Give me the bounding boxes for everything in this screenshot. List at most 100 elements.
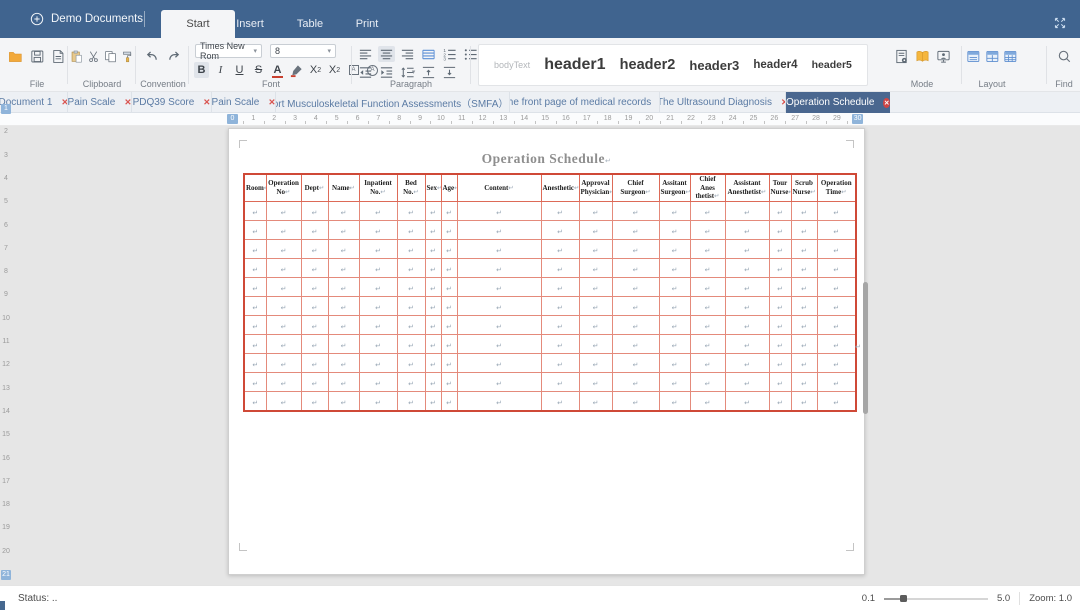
body-cell[interactable]: ↵: [541, 239, 579, 258]
body-cell[interactable]: ↵: [612, 220, 659, 239]
body-cell[interactable]: ↵: [817, 372, 856, 391]
body-cell[interactable]: ↵: [690, 334, 725, 353]
body-cell[interactable]: ↵: [457, 353, 541, 372]
body-cell[interactable]: ↵: [425, 258, 441, 277]
body-cell[interactable]: ↵: [457, 296, 541, 315]
body-cell[interactable]: ↵: [817, 239, 856, 258]
body-cell[interactable]: ↵: [301, 372, 328, 391]
style-item-header3[interactable]: header3: [689, 58, 739, 73]
body-cell[interactable]: ↵: [541, 220, 579, 239]
body-cell[interactable]: ↵: [541, 353, 579, 372]
body-cell[interactable]: ↵: [266, 296, 301, 315]
body-cell[interactable]: ↵: [791, 372, 817, 391]
body-cell[interactable]: ↵: [359, 201, 397, 220]
body-cell[interactable]: ↵: [817, 334, 856, 353]
body-cell[interactable]: ↵: [266, 315, 301, 334]
body-cell[interactable]: ↵: [441, 277, 457, 296]
header-cell[interactable]: Anesthetic↵: [541, 174, 579, 201]
body-cell[interactable]: ↵: [612, 315, 659, 334]
body-cell[interactable]: ↵: [359, 239, 397, 258]
body-cell[interactable]: ↵: [244, 201, 266, 220]
body-cell[interactable]: ↵: [579, 372, 612, 391]
body-cell[interactable]: ↵: [659, 372, 690, 391]
style-item-header4[interactable]: header4: [753, 59, 797, 71]
layout-page-icon[interactable]: [966, 49, 981, 64]
body-cell[interactable]: ↵: [791, 334, 817, 353]
doc-tab-2[interactable]: Pain Scale✕: [68, 92, 132, 113]
header-cell[interactable]: Room↵: [244, 174, 266, 201]
body-cell[interactable]: ↵: [397, 315, 425, 334]
close-icon[interactable]: ✕: [883, 98, 890, 108]
body-cell[interactable]: ↵: [397, 296, 425, 315]
body-cell[interactable]: ↵: [541, 334, 579, 353]
body-cell[interactable]: ↵: [725, 277, 769, 296]
body-cell[interactable]: ↵: [769, 372, 791, 391]
body-cell[interactable]: ↵: [441, 391, 457, 411]
body-cell[interactable]: ↵: [817, 391, 856, 411]
header-cell[interactable]: Scrub Nurse↵: [791, 174, 817, 201]
cut-icon[interactable]: [87, 49, 100, 64]
body-cell[interactable]: ↵: [817, 201, 856, 220]
body-cell[interactable]: ↵: [690, 201, 725, 220]
body-cell[interactable]: ↵: [359, 391, 397, 411]
body-cell[interactable]: ↵: [301, 296, 328, 315]
body-cell[interactable]: ↵: [725, 372, 769, 391]
body-cell[interactable]: ↵: [690, 353, 725, 372]
body-cell[interactable]: ↵: [690, 220, 725, 239]
body-cell[interactable]: ↵: [817, 220, 856, 239]
nav-tab-insert[interactable]: Insert: [225, 10, 275, 38]
horizontal-ruler[interactable]: 0123456789101112131415161718192021222324…: [0, 113, 1080, 126]
body-cell[interactable]: ↵: [541, 201, 579, 220]
body-cell[interactable]: ↵: [425, 220, 441, 239]
operation-schedule-table[interactable]: Room↵Operation No↵Dept↵Name↵Inpatient No…: [243, 173, 857, 412]
body-cell[interactable]: ↵: [612, 239, 659, 258]
ordered-list-icon[interactable]: 123: [441, 46, 458, 62]
body-cell[interactable]: ↵: [457, 391, 541, 411]
zoom-slider[interactable]: [884, 595, 988, 602]
nav-tab-start[interactable]: Start: [161, 10, 235, 38]
indent-increase-icon[interactable]: [378, 64, 395, 80]
body-cell[interactable]: ↵: [817, 296, 856, 315]
body-cell[interactable]: ↵: [659, 201, 690, 220]
body-cell[interactable]: ↵: [791, 239, 817, 258]
layout-dense-grid-icon[interactable]: [1003, 49, 1018, 64]
body-cell[interactable]: ↵: [441, 296, 457, 315]
body-cell[interactable]: ↵: [725, 334, 769, 353]
body-cell[interactable]: ↵: [244, 372, 266, 391]
doc-tab-7[interactable]: The Ultrasound Diagnosis✕: [660, 92, 786, 113]
body-cell[interactable]: ↵: [397, 353, 425, 372]
body-cell[interactable]: ↵: [266, 391, 301, 411]
doc-tab-5[interactable]: Short Musculoskeletal Function Assessmen…: [276, 92, 510, 113]
body-cell[interactable]: ↵: [769, 277, 791, 296]
body-cell[interactable]: ↵: [441, 239, 457, 258]
body-cell[interactable]: ↵: [725, 296, 769, 315]
body-cell[interactable]: ↵: [769, 239, 791, 258]
body-cell[interactable]: ↵: [659, 315, 690, 334]
body-cell[interactable]: ↵: [690, 239, 725, 258]
body-cell[interactable]: ↵: [659, 220, 690, 239]
body-cell[interactable]: ↵: [769, 258, 791, 277]
body-cell[interactable]: ↵: [359, 372, 397, 391]
body-cell[interactable]: ↵: [541, 372, 579, 391]
body-cell[interactable]: ↵: [579, 220, 612, 239]
body-cell[interactable]: ↵: [817, 258, 856, 277]
header-cell[interactable]: Inpatient No.↵: [359, 174, 397, 201]
body-cell[interactable]: ↵: [425, 315, 441, 334]
body-cell[interactable]: ↵: [612, 258, 659, 277]
doc-tab-4[interactable]: Pain Scale✕: [212, 92, 276, 113]
body-cell[interactable]: ↵: [397, 220, 425, 239]
body-cell[interactable]: ↵: [359, 220, 397, 239]
justify-icon[interactable]: [420, 46, 437, 62]
presentation-mode-icon[interactable]: [936, 49, 951, 64]
body-cell[interactable]: ↵: [328, 258, 359, 277]
body-cell[interactable]: ↵: [425, 239, 441, 258]
style-item-header5[interactable]: header5: [812, 59, 852, 71]
body-cell[interactable]: ↵: [791, 277, 817, 296]
close-icon[interactable]: ✕: [61, 97, 68, 108]
save-icon[interactable]: [30, 49, 45, 64]
space-before-icon[interactable]: [420, 64, 437, 80]
body-cell[interactable]: ↵: [301, 239, 328, 258]
body-cell[interactable]: ↵: [244, 220, 266, 239]
body-cell[interactable]: ↵: [541, 296, 579, 315]
export-pdf-icon[interactable]: [51, 49, 66, 64]
